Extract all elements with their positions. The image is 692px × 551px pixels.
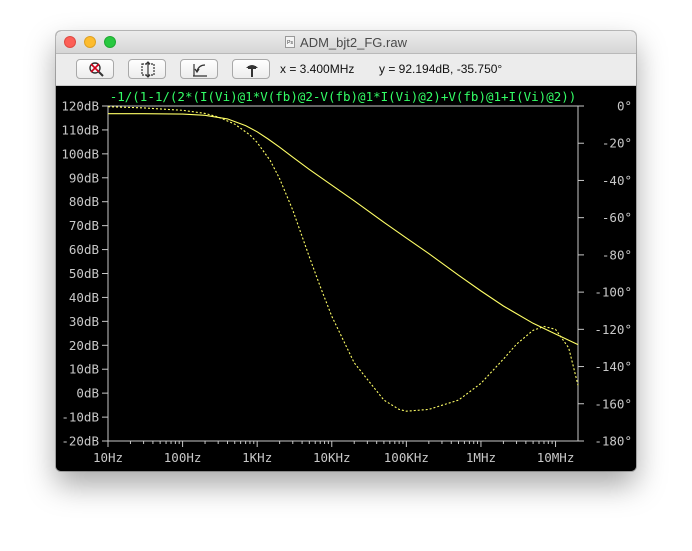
y-left-tick-label: 30dB bbox=[69, 314, 99, 329]
y-right-tick-label: -180° bbox=[594, 434, 632, 449]
y-left-tick-label: 100dB bbox=[61, 146, 99, 161]
zoom-extents-button[interactable] bbox=[128, 59, 166, 79]
x-tick-label: 1KHz bbox=[242, 450, 272, 465]
x-tick-label: 1MHz bbox=[466, 450, 496, 465]
y-left-tick-label: -20dB bbox=[61, 434, 99, 449]
y-right-tick-label: -100° bbox=[594, 285, 632, 300]
y-left-tick-label: 120dB bbox=[61, 99, 99, 114]
y-left-tick-label: 110dB bbox=[61, 122, 99, 137]
y-left-tick-label: 10dB bbox=[69, 362, 99, 377]
y-left-tick-label: 90dB bbox=[69, 170, 99, 185]
y-right-tick-label: -20° bbox=[602, 136, 632, 151]
x-tick-label: 10MHz bbox=[537, 450, 575, 465]
y-right-tick-label: -60° bbox=[602, 210, 632, 225]
y-right-tick-label: -120° bbox=[594, 322, 632, 337]
y-right-tick-label: -160° bbox=[594, 396, 632, 411]
y-left-tick-label: 80dB bbox=[69, 194, 99, 209]
y-left-tick-label: 0dB bbox=[76, 386, 99, 401]
y-right-tick-label: -80° bbox=[602, 247, 632, 262]
bode-plot[interactable]: -1/(1-1/(2*(I(Vi)@1*V(fb)@2-V(fb)@1*I(Vi… bbox=[56, 86, 636, 471]
title-bar[interactable]: Ps ADM_bjt2_FG.raw bbox=[56, 31, 636, 54]
trace-expression-label[interactable]: -1/(1-1/(2*(I(Vi)@1*V(fb)@2-V(fb)@1*I(Vi… bbox=[110, 89, 577, 104]
y-right-tick-label: -40° bbox=[602, 173, 632, 188]
y-left-tick-label: 70dB bbox=[69, 218, 99, 233]
y-right-tick-label: -140° bbox=[594, 359, 632, 374]
y-left-tick-label: 50dB bbox=[69, 266, 99, 281]
x-tick-label: 100KHz bbox=[384, 450, 429, 465]
document-icon: Ps bbox=[285, 36, 296, 48]
y-left-tick-label: -10dB bbox=[61, 410, 99, 425]
zoom-back-button[interactable] bbox=[180, 59, 218, 79]
y-left-tick-label: 60dB bbox=[69, 242, 99, 257]
plot-background bbox=[56, 86, 636, 471]
zoom-cancel-button[interactable] bbox=[76, 59, 114, 79]
window-title: ADM_bjt2_FG.raw bbox=[300, 34, 407, 50]
x-cursor-readout: x = 3.400MHz bbox=[280, 62, 355, 76]
x-tick-label: 100Hz bbox=[164, 450, 202, 465]
y-right-tick-label: 0° bbox=[617, 99, 632, 114]
y-left-tick-label: 20dB bbox=[69, 338, 99, 353]
zoom-back-icon bbox=[193, 64, 207, 77]
zoom-cancel-icon bbox=[89, 62, 104, 77]
x-tick-label: 10Hz bbox=[93, 450, 123, 465]
toolbar: x = 3.400MHz y = 92.194dB, -35.750° bbox=[56, 54, 636, 86]
autorange-button[interactable] bbox=[232, 59, 270, 79]
y-left-tick-label: 40dB bbox=[69, 290, 99, 305]
x-tick-label: 10KHz bbox=[313, 450, 351, 465]
zoom-extents-icon bbox=[141, 61, 155, 78]
autorange-icon bbox=[246, 65, 258, 77]
window-title-group: Ps ADM_bjt2_FG.raw bbox=[56, 31, 636, 53]
plot-window: Ps ADM_bjt2_FG.raw x = 3.400MHz y = 92.1… bbox=[56, 31, 636, 471]
y-cursor-readout: y = 92.194dB, -35.750° bbox=[379, 62, 503, 76]
